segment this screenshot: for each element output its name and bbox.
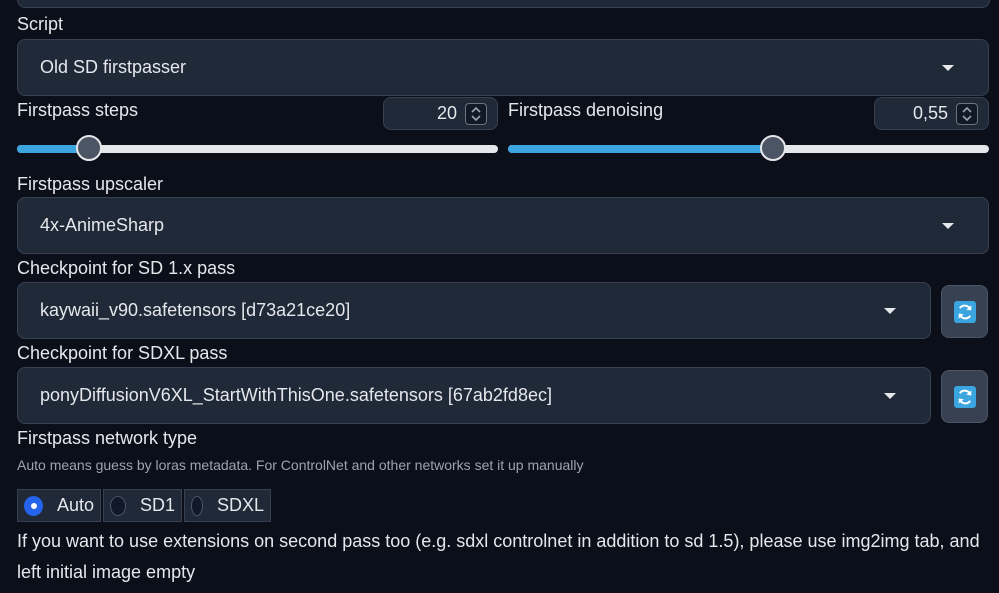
checkpoint-sdxl-selected-value: ponyDiffusionV6XL_StartWithThisOne.safet… xyxy=(40,385,552,405)
upscaler-selected-value: 4x-AnimeSharp xyxy=(40,215,165,235)
firstpass-steps-input[interactable]: 20 xyxy=(383,97,498,130)
denoising-slider-thumb[interactable] xyxy=(759,135,786,161)
checkpoint-sd1-dropdown[interactable]: kaywaii_v90.safetensors [d73a21ce20] xyxy=(17,282,931,339)
refresh-icon xyxy=(953,300,976,323)
firstpasser-panel: Script Old SD firstpasser Firstpass step… xyxy=(0,0,999,593)
script-selected-value: Old SD firstpasser xyxy=(40,57,187,77)
radio-option-label: Auto xyxy=(56,495,94,515)
radio-option-label: SD1 xyxy=(139,495,175,515)
caret-down-icon xyxy=(942,222,954,229)
firstpass-denoising-value: 0,55 xyxy=(912,103,948,123)
firstpass-denoising-label: Firstpass denoising xyxy=(508,100,664,120)
radio-unselected-icon[interactable] xyxy=(191,495,203,516)
upscaler-label: Firstpass upscaler xyxy=(17,174,164,194)
checkpoint-sdxl-dropdown[interactable]: ponyDiffusionV6XL_StartWithThisOne.safet… xyxy=(17,367,931,424)
firstpass-denoising-input[interactable]: 0,55 xyxy=(874,97,989,130)
steps-slider-thumb[interactable] xyxy=(76,135,103,161)
network-type-info: Auto means guess by loras metadata. For … xyxy=(17,457,584,473)
checkpoint-sd1-selected-value: kaywaii_v90.safetensors [d73a21ce20] xyxy=(40,300,351,320)
refresh-icon xyxy=(953,385,976,408)
firstpass-steps-label: Firstpass steps xyxy=(17,100,139,120)
radio-selected-icon[interactable] xyxy=(24,495,43,516)
denoising-slider-fill xyxy=(508,145,773,153)
second-pass-note: If you want to use extensions on second … xyxy=(17,531,980,582)
network-type-radio-group: Auto SD1 SDXL xyxy=(17,489,271,522)
radio-option-sd1[interactable]: SD1 xyxy=(103,489,182,522)
radio-option-label: SDXL xyxy=(216,495,264,515)
firstpass-denoising-slider[interactable] xyxy=(508,135,989,161)
checkpoint-sdxl-label: Checkpoint for SDXL pass xyxy=(17,343,228,363)
caret-down-icon xyxy=(884,307,896,314)
denoising-spinner[interactable] xyxy=(956,103,978,125)
radio-option-sdxl[interactable]: SDXL xyxy=(184,489,271,522)
spinner-arrows-icon xyxy=(471,106,481,122)
script-label: Script xyxy=(17,14,64,34)
steps-spinner[interactable] xyxy=(465,103,487,125)
checkpoint-sd1-label: Checkpoint for SD 1.x pass xyxy=(17,258,236,278)
firstpass-steps-slider[interactable] xyxy=(17,135,498,161)
spinner-arrows-icon xyxy=(962,106,972,122)
upscaler-dropdown[interactable]: 4x-AnimeSharp xyxy=(17,197,989,254)
network-type-label: Firstpass network type xyxy=(17,428,198,448)
caret-down-icon xyxy=(942,64,954,71)
refresh-sd1-button[interactable] xyxy=(941,285,988,338)
script-dropdown[interactable]: Old SD firstpasser xyxy=(17,39,989,96)
previous-field-edge xyxy=(17,0,990,8)
radio-option-auto[interactable]: Auto xyxy=(17,489,101,522)
caret-down-icon xyxy=(884,392,896,399)
refresh-sdxl-button[interactable] xyxy=(941,370,988,423)
firstpass-steps-value: 20 xyxy=(436,103,457,123)
radio-unselected-icon[interactable] xyxy=(110,495,126,516)
